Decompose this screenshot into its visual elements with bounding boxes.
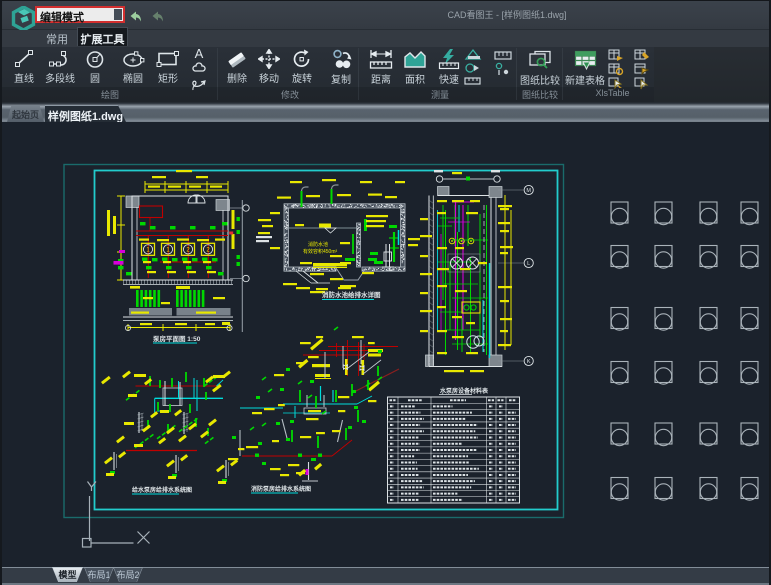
svg-text:消防泵房给排水系统图: 消防泵房给排水系统图 — [251, 485, 311, 493]
svg-text:2: 2 — [186, 248, 190, 254]
svg-text:消防水池: 消防水池 — [308, 241, 328, 248]
svg-text:2: 2 — [206, 248, 210, 254]
svg-text:有效容积450m³: 有效容积450m³ — [303, 248, 338, 255]
svg-text:给水泵房给排水系统图: 给水泵房给排水系统图 — [132, 486, 192, 494]
svg-text:泵房平面图 1:50: 泵房平面图 1:50 — [152, 334, 201, 343]
svg-text:水泵房设备材料表: 水泵房设备材料表 — [440, 387, 489, 395]
svg-text:1: 1 — [166, 248, 170, 254]
svg-text:L: L — [527, 261, 530, 267]
svg-text:消防水池给排水详图: 消防水池给排水详图 — [322, 290, 381, 299]
svg-text:M: M — [526, 188, 531, 194]
svg-text:K: K — [527, 359, 531, 365]
svg-text:1: 1 — [146, 248, 150, 254]
